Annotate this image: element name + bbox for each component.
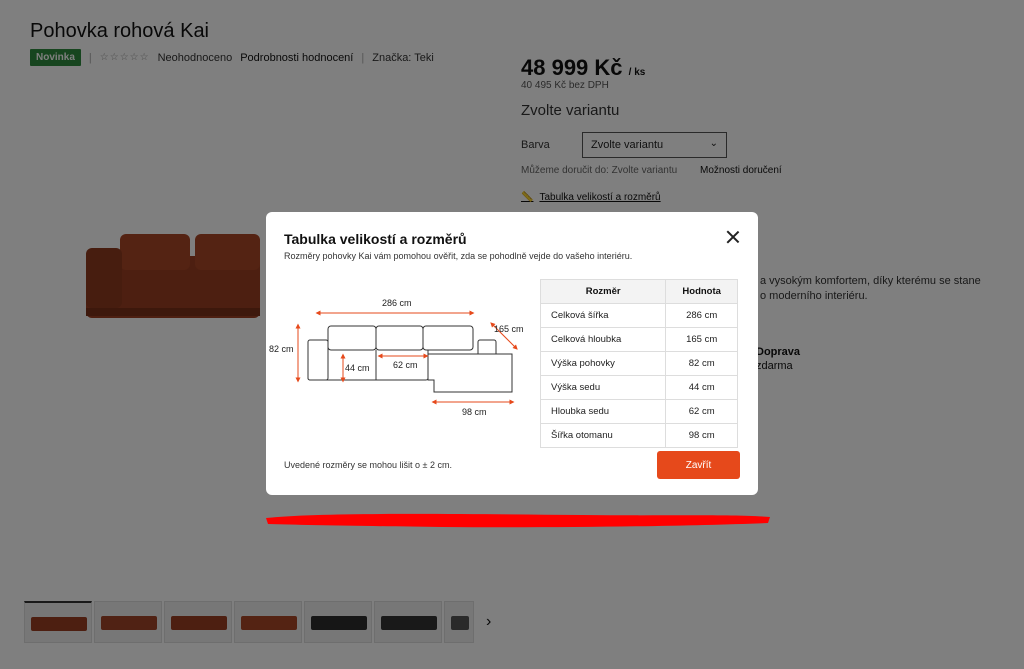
dimensions-note: Uvedené rozměry se mohou lišit o ± 2 cm. <box>284 460 453 470</box>
column-header: Rozměr <box>539 279 667 304</box>
modal-subtitle: Rozměry pohovky Kai vám pomohou ověřit, … <box>284 251 633 261</box>
modal-title: Tabulka velikostí a rozměrů <box>284 231 467 247</box>
diagram-seat-depth-label: 62 cm <box>393 360 418 370</box>
dimension-name: Šířka otomanu <box>539 423 667 448</box>
dimension-value: 44 cm <box>665 375 738 400</box>
dimension-value: 62 cm <box>665 399 738 424</box>
diagram-width-label: 286 cm <box>382 298 412 308</box>
diagram-ottoman-label: 98 cm <box>462 407 487 417</box>
table-row: Celková šířka 286 cm <box>539 303 738 328</box>
diagram-seat-height-label: 44 cm <box>345 363 370 373</box>
dimension-name: Výška sedu <box>539 375 667 400</box>
diagram-height-label: 82 cm <box>269 344 294 354</box>
red-annotation-stroke <box>266 513 770 528</box>
table-row: Šířka otomanu 98 cm <box>539 423 738 448</box>
table-row: Hloubka sedu 62 cm <box>539 399 738 424</box>
dimension-name: Celková hloubka <box>539 327 667 352</box>
dimension-name: Výška pohovky <box>539 351 667 376</box>
dimension-value: 286 cm <box>665 303 738 328</box>
dimension-value: 165 cm <box>665 327 738 352</box>
dimension-value: 82 cm <box>665 351 738 376</box>
sofa-dimension-diagram: 286 cm 165 cm 82 cm 44 cm 62 cm 98 cm <box>269 298 524 417</box>
dimension-name: Hloubka sedu <box>539 399 667 424</box>
close-icon[interactable] <box>726 230 740 244</box>
close-button[interactable]: Zavřít <box>657 451 740 479</box>
dimensions-table: Rozměr Hodnota Celková šířka 286 cm Celko… <box>539 279 738 448</box>
table-row: Výška sedu 44 cm <box>539 375 738 400</box>
table-row: Výška pohovky 82 cm <box>539 351 738 376</box>
table-header-row: Rozměr Hodnota <box>539 279 738 304</box>
dimension-value: 98 cm <box>665 423 738 448</box>
dimension-name: Celková šířka <box>539 303 667 328</box>
table-row: Celková hloubka 165 cm <box>539 327 738 352</box>
diagram-depth-label: 165 cm <box>494 324 524 334</box>
size-table-modal: Tabulka velikostí a rozměrů Rozměry poho… <box>266 212 758 495</box>
column-header: Hodnota <box>665 279 738 304</box>
